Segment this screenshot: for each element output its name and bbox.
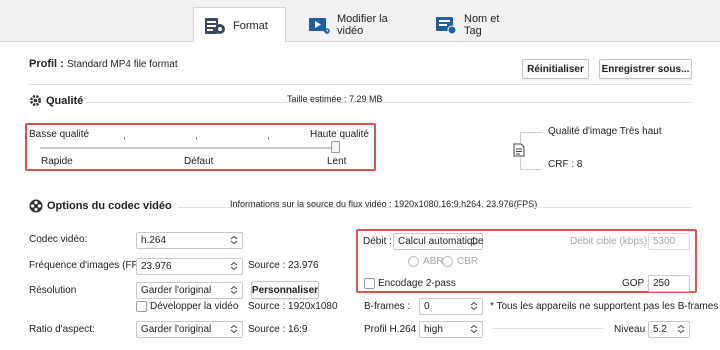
high-quality-label: Haute qualité [310, 129, 369, 140]
gop-input[interactable]: 250 [648, 275, 690, 292]
slider-tick [196, 137, 197, 140]
h264-profile-select[interactable]: high [419, 321, 483, 338]
default-label: Défaut [184, 156, 214, 167]
tab-modify-video-label: Modifier la vidéo [337, 13, 388, 37]
quality-section-title: Qualité [46, 95, 84, 107]
codec-label: Codec vidéo: [29, 234, 88, 245]
divider [29, 84, 692, 85]
fast-label: Rapide [41, 156, 73, 167]
target-bitrate-label: Débit cible (kbps) : [570, 236, 653, 247]
profile-value: Standard MP4 file format [67, 59, 178, 70]
low-quality-label: Basse qualité [29, 129, 90, 140]
develop-video-label: Développer la vidéo [150, 301, 239, 312]
ratio-source: Source : 16:9 [248, 324, 308, 335]
slider-tick [268, 137, 269, 140]
fps-select[interactable]: 23.976 [136, 258, 243, 275]
level-select[interactable]: 5.2 [648, 321, 690, 338]
two-pass-checkbox[interactable] [364, 278, 375, 289]
save-as-button[interactable]: Enregistrer sous... [599, 59, 692, 79]
document-icon [513, 143, 525, 157]
develop-video-checkbox[interactable] [136, 301, 147, 312]
resolution-source: Source : 1920x1080 [248, 301, 338, 312]
quality-slider-handle[interactable] [331, 141, 340, 153]
abr-label: ABR [423, 256, 444, 267]
chevron-updown-icon [470, 236, 478, 246]
gop-label: GOP : [622, 278, 650, 289]
abr-radio[interactable] [408, 256, 419, 267]
cbr-radio[interactable] [442, 256, 453, 267]
divider [492, 328, 604, 329]
resolution-label: Résolution [29, 285, 77, 296]
gear-icon [29, 94, 42, 107]
tab-name-tag-label: Nom et Tag [464, 13, 500, 37]
cbr-label: CBR [457, 256, 479, 267]
ratio-select[interactable]: Garder l'original [136, 321, 243, 338]
divider [85, 102, 692, 103]
reset-button[interactable]: Réinitialiser [522, 59, 589, 79]
h264-profile-label: Profil H.264 : [364, 324, 422, 335]
tab-format[interactable]: Format [193, 7, 286, 43]
slider-tick [124, 137, 125, 140]
chevron-updown-icon [470, 301, 478, 311]
format-settings-icon [204, 16, 226, 36]
chevron-updown-icon [230, 261, 238, 271]
fps-label: Fréquence d'images (FPS): [29, 260, 151, 271]
divider [178, 207, 692, 208]
film-reel-icon [29, 199, 43, 213]
bitrate-mode-select[interactable]: Calcul automatique [393, 233, 484, 250]
video-edit-icon [308, 15, 330, 35]
codec-section-title: Options du codec vidéo [47, 200, 172, 212]
chevron-updown-icon [470, 324, 478, 334]
ratio-label: Ratio d'aspect: [29, 324, 95, 335]
quality-slider-track[interactable] [40, 147, 340, 149]
chevron-updown-icon [230, 324, 238, 334]
bframes-note: * Tous les appareils ne supportent pas l… [490, 301, 719, 312]
customize-button[interactable]: Personnaliser [251, 281, 319, 299]
target-bitrate-input[interactable]: 5300 [648, 233, 690, 250]
tab-name-tag[interactable]: Nom et Tag [425, 7, 525, 43]
resolution-select[interactable]: Garder l'original [136, 282, 243, 299]
bframes-label: B-frames : [364, 301, 411, 312]
chevron-updown-icon [230, 235, 238, 245]
tab-format-label: Format [233, 19, 268, 32]
chevron-updown-icon [230, 285, 238, 295]
bframes-select[interactable]: 0 [419, 298, 483, 315]
fps-source: Source : 23.976 [248, 260, 319, 271]
slow-label: Lent [327, 156, 347, 167]
bitrate-label: Débit : [363, 236, 392, 247]
image-quality-text: Qualité d'image Très haut [548, 126, 662, 137]
chevron-updown-icon [677, 324, 685, 334]
crf-text: CRF : 8 [548, 159, 583, 170]
profile-label: Profil : [29, 58, 64, 70]
two-pass-label: Encodage 2-pass [378, 278, 456, 289]
name-tag-icon [435, 15, 457, 35]
codec-select[interactable]: h.264 [136, 232, 243, 249]
tab-modify-video[interactable]: Modifier la vidéo [298, 7, 413, 43]
level-label: Niveau : [614, 324, 651, 335]
